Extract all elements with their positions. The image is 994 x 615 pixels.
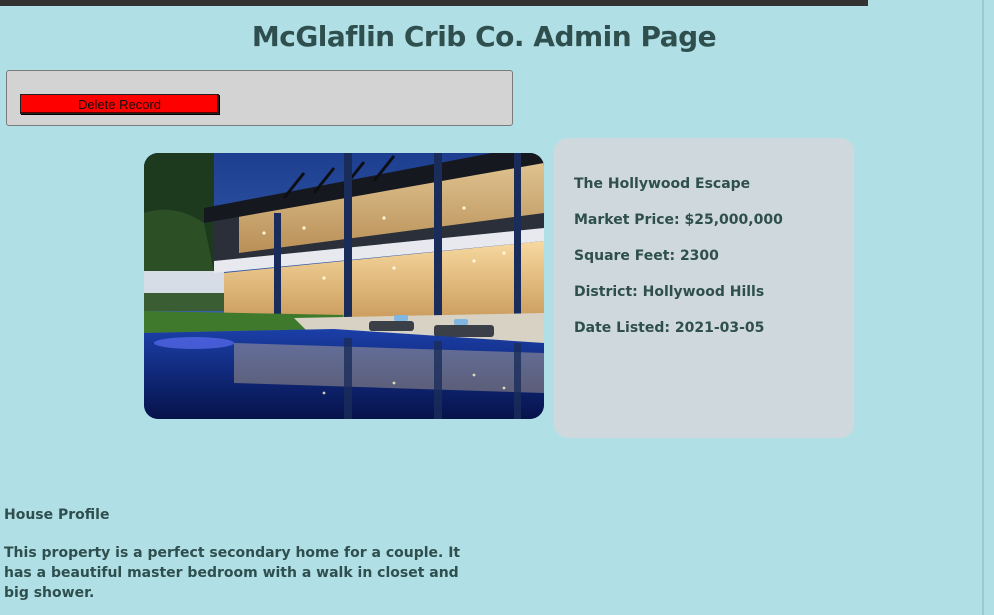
- house-profile-heading: House Profile: [4, 507, 110, 523]
- page-edge-divider: [982, 0, 984, 615]
- delete-record-button[interactable]: Delete Record: [20, 94, 219, 114]
- house-photo: [144, 153, 544, 419]
- district: District: Hollywood Hills: [574, 284, 765, 300]
- market-price: Market Price: $25,000,000: [574, 212, 783, 228]
- square-feet: Square Feet: 2300: [574, 248, 719, 264]
- admin-controls-panel: Delete Record: [6, 70, 513, 126]
- top-bar: [0, 0, 868, 6]
- property-name: The Hollywood Escape: [574, 176, 751, 192]
- date-listed: Date Listed: 2021-03-05: [574, 320, 765, 336]
- page-title: McGlaflin Crib Co. Admin Page: [251, 20, 717, 53]
- house-profile-description: This property is a perfect secondary hom…: [4, 545, 461, 601]
- property-info-card: The Hollywood Escape Market Price: $25,0…: [554, 138, 854, 438]
